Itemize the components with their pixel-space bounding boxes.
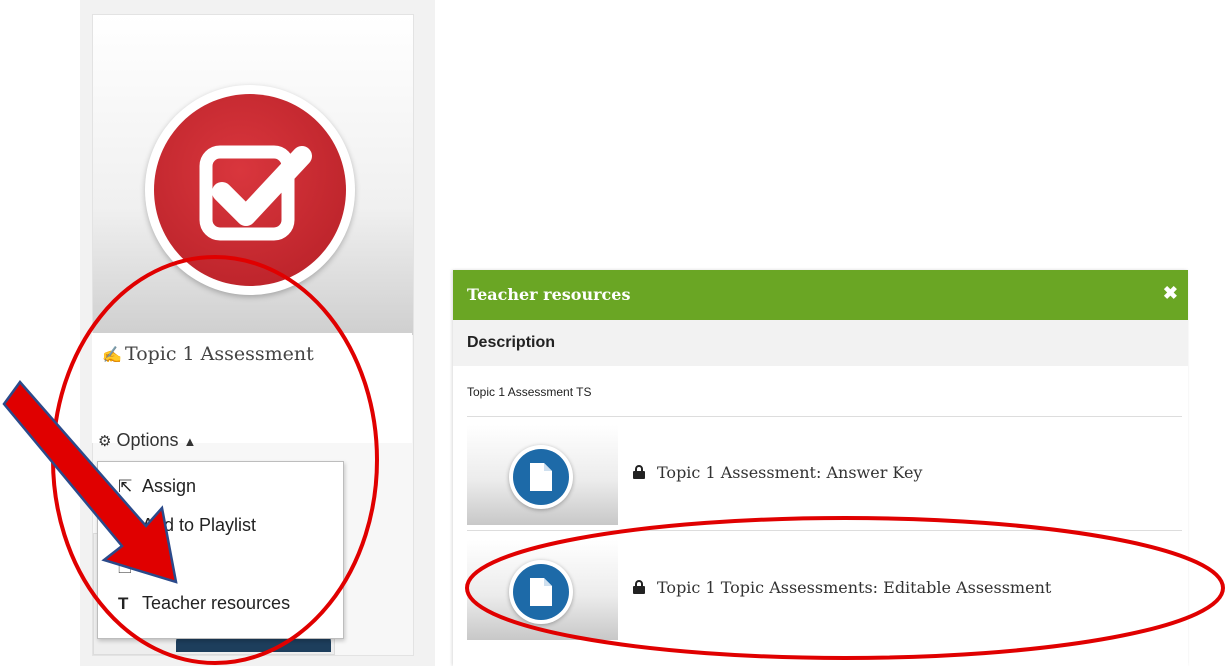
divider <box>467 416 1182 417</box>
description-header: Description <box>453 320 1188 366</box>
teacher-resources-modal: Teacher resources ✖ Description Topic 1 … <box>453 270 1188 666</box>
lock-icon <box>633 580 645 599</box>
assessment-thumbnail[interactable] <box>93 15 413 335</box>
resource-title[interactable]: Topic 1 Assessment: Answer Key <box>657 463 922 482</box>
resource-title[interactable]: Topic 1 Topic Assessments: Editable Asse… <box>657 578 1051 597</box>
modal-header: Teacher resources ✖ <box>453 270 1188 320</box>
options-toggle[interactable]: ⚙ Options ▲ <box>98 430 196 451</box>
menu-item-label: Add to Playlist <box>142 515 257 535</box>
document-icon <box>513 564 569 620</box>
resource-row[interactable]: Topic 1 Topic Assessments: Editable Asse… <box>467 540 1182 640</box>
divider <box>467 530 1182 531</box>
document-badge <box>509 560 573 624</box>
resource-thumbnail[interactable] <box>467 540 618 640</box>
gear-icon: ⚙ <box>98 433 112 450</box>
menu-item-label: Teacher resources <box>142 593 291 613</box>
description-text: Topic 1 Assessment TS <box>467 385 592 399</box>
resource-thumbnail[interactable] <box>467 425 618 525</box>
menu-item-info[interactable]: 🗋 Info <box>118 554 172 584</box>
share-icon: ⇱ <box>118 477 133 496</box>
card-title[interactable]: Topic 1 Assessment <box>125 343 314 365</box>
card-title-row: ✍ Topic 1 Assessment <box>92 333 412 443</box>
modal-title: Teacher resources <box>467 285 631 304</box>
description-label: Description <box>467 334 556 351</box>
lock-icon <box>633 465 645 484</box>
teacher-resources-icon: T <box>118 594 129 613</box>
assessment-type-icon: ✍ <box>102 347 122 364</box>
resource-row[interactable]: Topic 1 Assessment: Answer Key <box>467 425 1182 525</box>
options-menu: ⇱ Assign ≡ Add to Playlist 🗋 Info T Teacher … <box>97 461 344 639</box>
playlist-icon: ≡ <box>118 516 128 535</box>
close-icon[interactable]: ✖ <box>1163 283 1178 304</box>
document-icon <box>513 449 569 505</box>
document-badge <box>509 445 573 509</box>
menu-item-label: Assign <box>142 476 197 496</box>
menu-item-assign[interactable]: ⇱ Assign <box>118 476 196 506</box>
caret-up-icon: ▲ <box>183 434 197 449</box>
menu-item-teacher-resources[interactable]: T Teacher resources <box>118 593 290 623</box>
menu-item-add-to-playlist[interactable]: ≡ Add to Playlist <box>118 515 256 545</box>
options-label: Options <box>116 430 179 450</box>
assessment-badge <box>145 85 355 295</box>
menu-item-label: Info <box>142 556 173 576</box>
document-icon: 🗋 <box>118 557 132 576</box>
checkbox-icon <box>154 94 346 286</box>
